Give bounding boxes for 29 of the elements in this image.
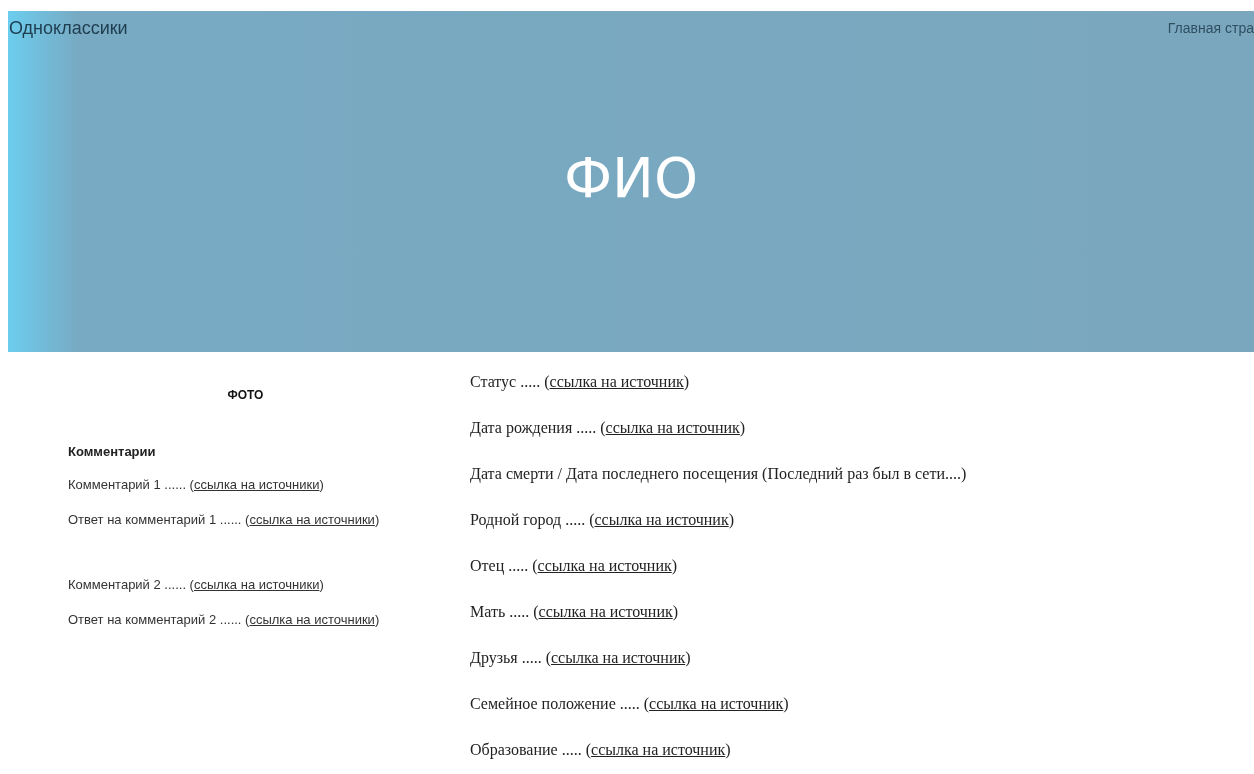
comment-text: Ответ на комментарий 2 ...... (ссылка на источники) xyxy=(68,611,381,629)
source-link[interactable]: ссылка на источник xyxy=(591,741,726,758)
source-link[interactable]: ссылка на источник xyxy=(594,511,729,528)
source-link[interactable]: ссылка на источник xyxy=(649,695,784,712)
comment-text: Комментарий 2 ...... (ссылка на источники) xyxy=(68,575,325,594)
source-link[interactable]: ссылка на источники xyxy=(249,612,375,627)
source-link[interactable]: ссылка на источники xyxy=(249,512,375,527)
info-line: Семейное положение ..... (ссылка на источник) xyxy=(470,694,790,715)
comments-heading: Комментарии xyxy=(68,443,157,461)
info-line: Родной город ..... (ссылка на источник) xyxy=(470,510,736,531)
profile-name: ФИО xyxy=(563,144,699,212)
info-line: Друзья ..... (ссылка на источник) xyxy=(470,648,692,669)
info-line: Мать ..... (ссылка на источник) xyxy=(470,602,680,623)
info-line: Отец ..... (ссылка на источник) xyxy=(470,556,679,577)
source-link[interactable]: ссылка на источник xyxy=(549,373,684,390)
photo-label: ФОТО xyxy=(226,387,265,404)
source-link[interactable]: ссылка на источники xyxy=(193,576,320,592)
info-line: Дата рождения ..... (ссылка на источник) xyxy=(470,418,747,439)
site-title[interactable]: Одноклассики xyxy=(9,15,128,42)
info-line: Образование ..... (ссылка на источник) xyxy=(470,740,732,761)
source-link[interactable]: ссылка на источники xyxy=(193,476,320,492)
source-link[interactable]: ссылка на источник xyxy=(551,649,686,666)
source-link[interactable]: ссылка на источник xyxy=(605,419,740,436)
source-link[interactable]: ссылка на источник xyxy=(537,557,672,574)
comment-text: Ответ на комментарий 1 ...... (ссылка на источники) xyxy=(68,511,381,529)
info-line: Статус ..... (ссылка на источник) xyxy=(470,372,691,393)
comment-text: Комментарий 1 ...... (ссылка на источники) xyxy=(68,475,325,494)
source-link[interactable]: ссылка на источник xyxy=(538,603,673,620)
info-line: Дата смерти / Дата последнего посещения (Последний раз был в сети....) xyxy=(470,464,967,485)
